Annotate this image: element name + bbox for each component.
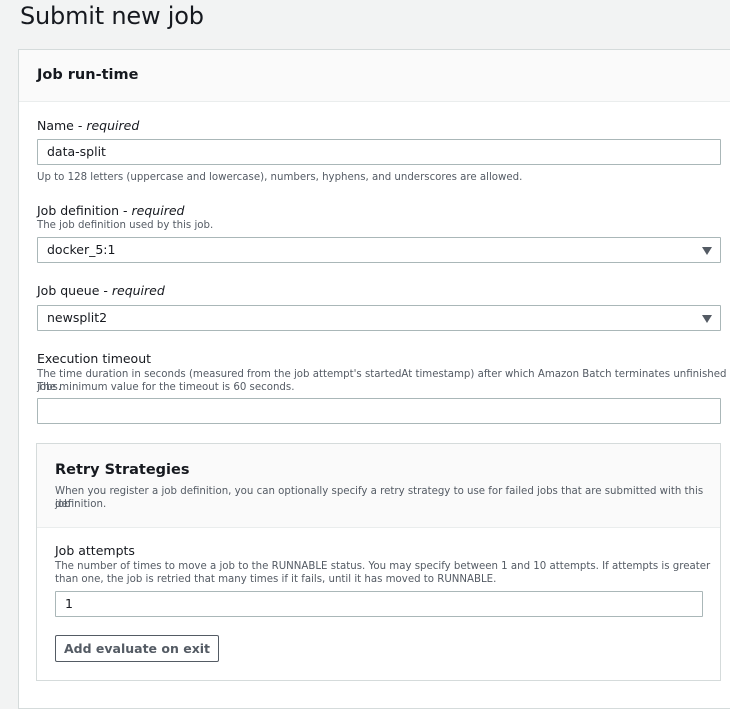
job-queue-required: required <box>111 283 165 298</box>
name-label: Name - required <box>37 118 140 133</box>
retry-strategies-title: Retry Strategies <box>55 462 190 478</box>
name-required: required <box>86 118 140 133</box>
caret-down-icon <box>702 247 712 255</box>
job-definition-required: required <box>131 203 185 218</box>
job-queue-select[interactable]: newsplit2 <box>37 305 721 331</box>
timeout-label: Execution timeout <box>37 351 152 366</box>
retry-desc-line1: When you register a job definition, you … <box>55 486 704 510</box>
job-attempts-desc-line1: The number of times to move a job to the… <box>55 561 711 572</box>
job-definition-select[interactable]: docker_5:1 <box>37 237 721 263</box>
page-title: Submit new job <box>20 2 204 30</box>
caret-down-icon <box>702 315 712 323</box>
job-definition-value: docker_5:1 <box>47 242 116 257</box>
job-definition-label: Job definition - required <box>37 203 185 218</box>
job-queue-label: Job queue - required <box>37 283 165 298</box>
retry-desc-line2: definition. <box>55 499 107 510</box>
timeout-input[interactable] <box>37 398 721 424</box>
job-definition-desc: The job definition used by this job. <box>37 220 214 231</box>
name-input[interactable]: data-split <box>37 139 721 165</box>
timeout-desc-line2: The minimum value for the timeout is 60 … <box>37 382 295 393</box>
job-attempts-input[interactable]: 1 <box>55 591 703 617</box>
job-attempts-label: Job attempts <box>55 543 135 558</box>
panel-title: Job run-time <box>19 50 730 102</box>
job-queue-value: newsplit2 <box>47 310 108 325</box>
retry-strategies-header: Retry Strategies When you register a job… <box>37 444 720 528</box>
add-evaluate-on-exit-button[interactable]: Add evaluate on exit <box>55 635 219 662</box>
name-help: Up to 128 letters (uppercase and lowerca… <box>37 172 523 183</box>
job-attempts-desc-line2: than one, the job is retried that many t… <box>55 574 497 585</box>
